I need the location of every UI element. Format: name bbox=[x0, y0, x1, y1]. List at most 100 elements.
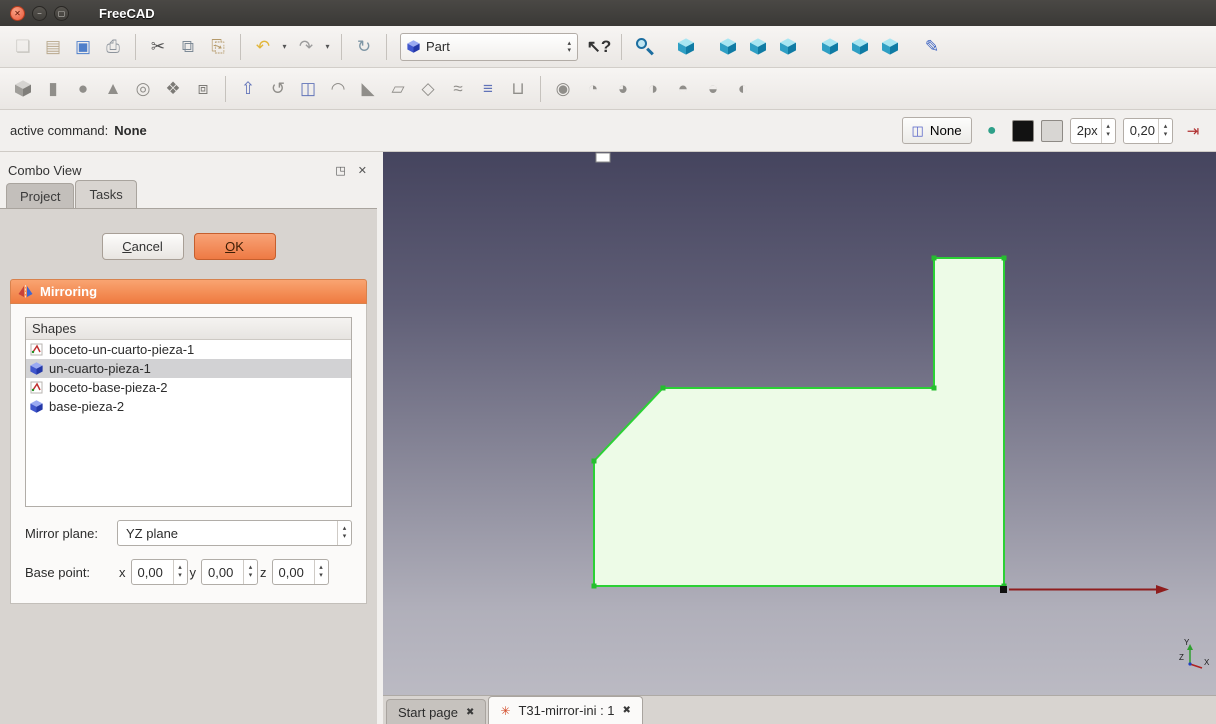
ok-button[interactable]: OK bbox=[194, 233, 276, 260]
standard-toolbar: ❏ ▤ ▣ ⎙ ✂ ⧉ ⎘ ↶ ▾ ↷ ▾ ↻ Part ▴▾ ↖? ✎ bbox=[0, 26, 1216, 68]
section-button[interactable]: ◓ bbox=[668, 74, 698, 104]
tab-close-icon[interactable]: ✖ bbox=[623, 705, 631, 716]
primitives-button[interactable]: ❖ bbox=[158, 74, 188, 104]
window-close-button[interactable]: ✕ bbox=[10, 6, 25, 21]
whats-this-button[interactable]: ↖? bbox=[584, 32, 614, 62]
redo-dropdown-button[interactable]: ▾ bbox=[321, 32, 334, 62]
style-icon: ● bbox=[987, 122, 997, 140]
combo-arrows-icon: ▴▾ bbox=[337, 521, 351, 545]
shapes-list: Shapes boceto-un-cuarto-pieza-1 un-cuart… bbox=[25, 317, 352, 507]
panel-close-icon[interactable]: ✕ bbox=[358, 164, 367, 177]
loft-button[interactable]: ◇ bbox=[413, 74, 443, 104]
ruled-surface-button[interactable]: ▱ bbox=[383, 74, 413, 104]
tab-tasks[interactable]: Tasks bbox=[75, 180, 136, 208]
compound-button[interactable]: ◉ bbox=[548, 74, 578, 104]
combo-view-tabs: Project Tasks bbox=[0, 180, 377, 208]
stepper-arrows-icon[interactable]: ▴▾ bbox=[243, 560, 257, 584]
print-button[interactable]: ⎙ bbox=[98, 32, 128, 62]
chamfer-button[interactable]: ◣ bbox=[353, 74, 383, 104]
rear-view-cube-icon bbox=[822, 38, 839, 55]
working-plane-button[interactable]: ◫ None bbox=[902, 117, 972, 144]
cylinder-button[interactable]: ▮ bbox=[38, 74, 68, 104]
base-point-x-spinner[interactable]: 0,00 ▴▾ bbox=[131, 559, 188, 585]
rear-view-button[interactable] bbox=[815, 32, 845, 62]
stepper-arrows-icon[interactable]: ▴▾ bbox=[173, 560, 187, 584]
save-button[interactable]: ▣ bbox=[68, 32, 98, 62]
autogroup-button[interactable]: ⇥ bbox=[1180, 118, 1206, 144]
redo-button[interactable]: ↷ bbox=[291, 32, 321, 62]
left-view-button[interactable] bbox=[875, 32, 905, 62]
intersection-button[interactable]: ◑ bbox=[638, 74, 668, 104]
toolbar-separator bbox=[225, 76, 226, 102]
cone-button[interactable]: ▲ bbox=[98, 74, 128, 104]
list-item-boceto-un-cuarto-pieza-1[interactable]: boceto-un-cuarto-pieza-1 bbox=[26, 340, 351, 359]
tab-close-icon[interactable]: ✖ bbox=[466, 707, 474, 718]
stepper-arrows-icon[interactable]: ▴▾ bbox=[314, 560, 328, 584]
union-button[interactable]: ◕ bbox=[608, 74, 638, 104]
right-view-button[interactable] bbox=[773, 32, 803, 62]
3d-viewport[interactable]: Y Z X bbox=[383, 152, 1216, 695]
top-view-button[interactable] bbox=[743, 32, 773, 62]
front-view-button[interactable] bbox=[713, 32, 743, 62]
new-document-button[interactable]: ❏ bbox=[8, 32, 38, 62]
torus-button[interactable]: ◎ bbox=[128, 74, 158, 104]
mirror-button[interactable]: ◫ bbox=[293, 74, 323, 104]
cancel-button[interactable]: Cancel bbox=[102, 233, 184, 260]
apply-style-button[interactable]: ● bbox=[979, 118, 1005, 144]
bottom-view-button[interactable] bbox=[845, 32, 875, 62]
cut-button[interactable]: ✂ bbox=[143, 32, 173, 62]
connect-button[interactable]: ◒ bbox=[698, 74, 728, 104]
face-color-swatch[interactable] bbox=[1041, 120, 1063, 142]
offset-button[interactable]: ≡ bbox=[473, 74, 503, 104]
list-item-base-pieza-2[interactable]: base-pieza-2 bbox=[26, 397, 351, 416]
sketch-shape bbox=[594, 258, 1004, 586]
line-width-spinner[interactable]: 2px ▴▾ bbox=[1070, 118, 1116, 144]
undo-dropdown-button[interactable]: ▾ bbox=[278, 32, 291, 62]
whats-this-icon: ↖? bbox=[587, 38, 612, 55]
front-view-cube-icon bbox=[720, 38, 737, 55]
copy-button[interactable]: ⧉ bbox=[173, 32, 203, 62]
axonometric-view-button[interactable] bbox=[671, 32, 701, 62]
sketch-icon bbox=[30, 343, 43, 356]
text-size-spinner[interactable]: 0,20 ▴▾ bbox=[1123, 118, 1173, 144]
ok-button-label: OK bbox=[225, 239, 244, 254]
base-point-label: Base point: bbox=[25, 565, 117, 580]
box-button[interactable] bbox=[8, 74, 38, 104]
extrude-button[interactable]: ⇧ bbox=[233, 74, 263, 104]
panel-float-icon[interactable]: ◳ bbox=[335, 164, 345, 177]
undo-button[interactable]: ↶ bbox=[248, 32, 278, 62]
union-icon: ◕ bbox=[618, 80, 628, 97]
z-axis-label: z bbox=[260, 565, 267, 580]
window-maximize-button[interactable]: ▢ bbox=[54, 6, 69, 21]
boolean-cut-button[interactable]: ◔ bbox=[578, 74, 608, 104]
sphere-button[interactable]: ● bbox=[68, 74, 98, 104]
boolean-cut-icon: ◔ bbox=[588, 80, 598, 97]
shape-builder-button[interactable]: ⧈ bbox=[188, 74, 218, 104]
thickness-button[interactable]: ⊔ bbox=[503, 74, 533, 104]
paste-button[interactable]: ⎘ bbox=[203, 32, 233, 62]
axonometric-cube-icon bbox=[678, 38, 695, 55]
list-item-un-cuarto-pieza-1[interactable]: un-cuarto-pieza-1 bbox=[26, 359, 351, 378]
revolve-button[interactable]: ↺ bbox=[263, 74, 293, 104]
stepper-arrows-icon[interactable]: ▴▾ bbox=[1158, 119, 1172, 143]
fillet-button[interactable]: ◠ bbox=[323, 74, 353, 104]
tab-project[interactable]: Project bbox=[6, 183, 74, 208]
base-point-z-spinner[interactable]: 0,00 ▴▾ bbox=[272, 559, 329, 585]
tab-document-t31-mirror-ini[interactable]: ✳ T31-mirror-ini : 1 ✖ bbox=[488, 696, 643, 724]
tab-start-page[interactable]: Start page ✖ bbox=[386, 699, 486, 724]
mirror-plane-select[interactable]: YZ plane ▴▾ bbox=[117, 520, 352, 546]
sweep-button[interactable]: ≈ bbox=[443, 74, 473, 104]
refresh-button[interactable]: ↻ bbox=[349, 32, 379, 62]
window-minimize-button[interactable]: − bbox=[32, 6, 47, 21]
list-item-boceto-base-pieza-2[interactable]: boceto-base-pieza-2 bbox=[26, 378, 351, 397]
embed-button[interactable]: ◐ bbox=[728, 74, 758, 104]
stepper-arrows-icon[interactable]: ▴▾ bbox=[1101, 119, 1115, 143]
base-point-y-spinner[interactable]: 0,00 ▴▾ bbox=[201, 559, 258, 585]
measure-button[interactable]: ✎ bbox=[917, 32, 947, 62]
fit-all-button[interactable] bbox=[629, 32, 659, 62]
open-button[interactable]: ▤ bbox=[38, 32, 68, 62]
toolbar-separator bbox=[540, 76, 541, 102]
scissors-icon: ✂ bbox=[151, 38, 165, 55]
line-color-swatch[interactable] bbox=[1012, 120, 1034, 142]
workbench-selector[interactable]: Part ▴▾ bbox=[400, 33, 578, 61]
